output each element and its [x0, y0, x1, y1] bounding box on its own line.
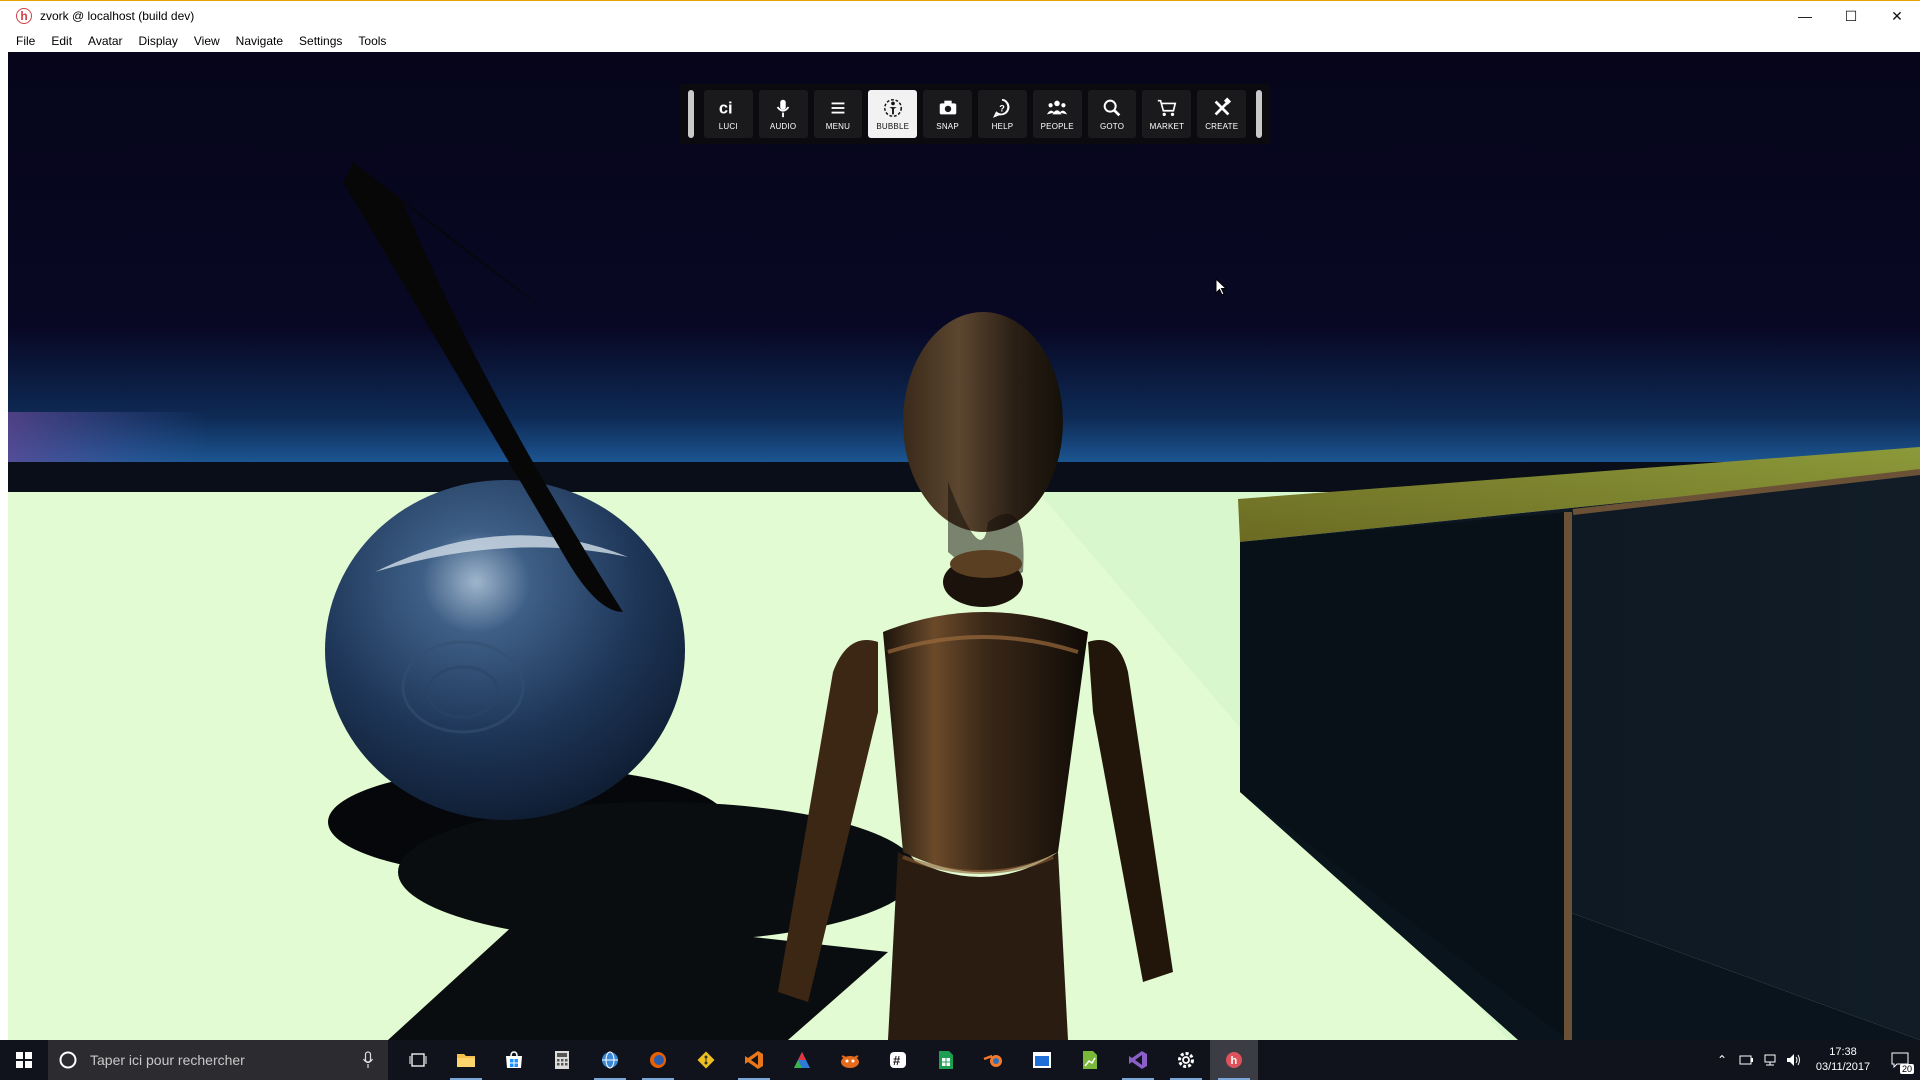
toolbar-button-label: SNAP [936, 122, 959, 131]
main-toolbar: ci LUCI AUDIO MENU BUBBLE SNAP ? HELP PE… [680, 84, 1270, 144]
calculator-icon[interactable] [538, 1040, 586, 1080]
toolbar-button-label: PEOPLE [1040, 122, 1074, 131]
color-icon[interactable] [778, 1040, 826, 1080]
svg-text:h: h [1231, 1055, 1238, 1067]
menu-edit[interactable]: Edit [43, 34, 80, 48]
chart-icon[interactable] [1066, 1040, 1114, 1080]
hifi-app-icon[interactable]: h [1210, 1040, 1258, 1080]
menu-avatar[interactable]: Avatar [80, 34, 130, 48]
svg-text:#: # [893, 1053, 901, 1068]
clock-time: 17:38 [1829, 1046, 1857, 1058]
toolbar-button-menu[interactable]: MENU [813, 90, 863, 138]
window-titlebar: h zvork @ localhost (build dev) — ☐ ✕ [0, 0, 1920, 30]
cortana-circle-icon [59, 1051, 77, 1069]
menu-file[interactable]: File [8, 34, 43, 48]
battery-icon[interactable] [1734, 1040, 1758, 1080]
minimize-icon[interactable]: — [1782, 1, 1828, 31]
spreadsheet-icon[interactable] [922, 1040, 970, 1080]
file-explorer-icon[interactable] [442, 1040, 490, 1080]
blender-icon[interactable] [970, 1040, 1018, 1080]
start-button[interactable] [0, 1040, 48, 1080]
action-center-button[interactable]: 20 [1880, 1040, 1920, 1080]
toolbar-button-label: BUBBLE [876, 122, 910, 131]
toolbar-drag-handle[interactable] [1256, 90, 1262, 138]
toolbar-drag-handle[interactable] [688, 90, 694, 138]
maximize-icon[interactable]: ☐ [1828, 1, 1874, 31]
toolbar-button-market[interactable]: MARKET [1142, 90, 1192, 138]
network-icon[interactable] [1758, 1040, 1782, 1080]
firefox-icon[interactable] [634, 1040, 682, 1080]
chevron-up-icon[interactable]: ⌃ [1710, 1040, 1734, 1080]
menu-settings[interactable]: Settings [291, 34, 350, 48]
3d-viewport[interactable]: ci LUCI AUDIO MENU BUBBLE SNAP ? HELP PE… [8, 52, 1920, 1040]
scene-render [8, 52, 1920, 1040]
toolbar-button-audio[interactable]: AUDIO [758, 90, 808, 138]
toolbar-button-create[interactable]: CREATE [1197, 90, 1247, 138]
toolbar-button-snap[interactable]: SNAP [923, 90, 972, 138]
svg-text:?: ? [1000, 104, 1006, 114]
clock-date: 03/11/2017 [1815, 1061, 1871, 1073]
window-border [0, 52, 8, 1040]
menu-navigate[interactable]: Navigate [228, 34, 291, 48]
task-view-icon[interactable] [394, 1040, 442, 1080]
menu-bar: File Edit Avatar Display View Navigate S… [0, 30, 1920, 52]
daemon-icon[interactable] [826, 1040, 874, 1080]
toolbar-button-goto[interactable]: GOTO [1087, 90, 1137, 138]
volume-icon[interactable] [1782, 1040, 1806, 1080]
toolbar-button-label: MARKET [1149, 122, 1185, 131]
windows-taskbar: Taper ici pour rechercher # h ⌃ 17:38 03… [0, 1040, 1920, 1080]
hamburger-icon [831, 102, 845, 114]
toolbar-button-people[interactable]: PEOPLE [1032, 90, 1082, 138]
bubble-icon [883, 99, 902, 117]
taskbar-apps: # h [394, 1040, 1258, 1080]
toolbar-button-help[interactable]: ? HELP [978, 90, 1027, 138]
camera-icon [939, 100, 956, 115]
system-tray: ⌃ 17:38 03/11/2017 20 [1710, 1040, 1920, 1080]
toolbar-button-label: MENU [825, 122, 851, 131]
notification-count: 20 [1899, 1064, 1914, 1074]
close-icon[interactable]: ✕ [1874, 1, 1920, 31]
mouse-cursor-icon [1215, 278, 1228, 296]
store-icon[interactable] [490, 1040, 538, 1080]
browser-icon[interactable] [586, 1040, 634, 1080]
toolbar-button-luci[interactable]: ci LUCI [703, 90, 753, 138]
toolbar-button-bubble[interactable]: BUBBLE [868, 90, 918, 138]
toolbar-button-label: GOTO [1099, 122, 1125, 131]
window-icon[interactable] [1018, 1040, 1066, 1080]
help-icon: ? [993, 98, 1010, 118]
toolbar-button-label: AUDIO [769, 122, 797, 131]
search-placeholder: Taper ici pour rechercher [90, 1052, 245, 1068]
microphone-icon [776, 99, 790, 118]
menu-display[interactable]: Display [131, 34, 186, 48]
toolbar-button-label: LUCI [718, 122, 738, 131]
svg-text:ci: ci [719, 100, 733, 118]
windows-logo-icon [16, 1052, 32, 1068]
slack-icon[interactable]: # [874, 1040, 922, 1080]
system-clock[interactable]: 17:38 03/11/2017 [1806, 1045, 1880, 1075]
magnifier-icon [1103, 99, 1121, 117]
window-title: zvork @ localhost (build dev) [40, 8, 195, 23]
cart-icon [1157, 99, 1177, 117]
toolbar-button-label: HELP [991, 122, 1014, 131]
menu-view[interactable]: View [186, 34, 228, 48]
visual-studio-icon[interactable] [730, 1040, 778, 1080]
luci-icon: ci [719, 100, 733, 118]
hifi-logo-icon: h [16, 7, 32, 24]
vs-purple-icon[interactable] [1114, 1040, 1162, 1080]
create-tools-icon [1214, 97, 1231, 116]
toolbar-button-label: CREATE [1205, 122, 1239, 131]
git-icon[interactable] [682, 1040, 730, 1080]
taskbar-search-box[interactable]: Taper ici pour rechercher [48, 1040, 388, 1080]
menu-tools[interactable]: Tools [350, 34, 394, 48]
people-icon [1047, 100, 1068, 115]
microphone-icon[interactable] [362, 1051, 374, 1069]
settings-icon[interactable] [1162, 1040, 1210, 1080]
